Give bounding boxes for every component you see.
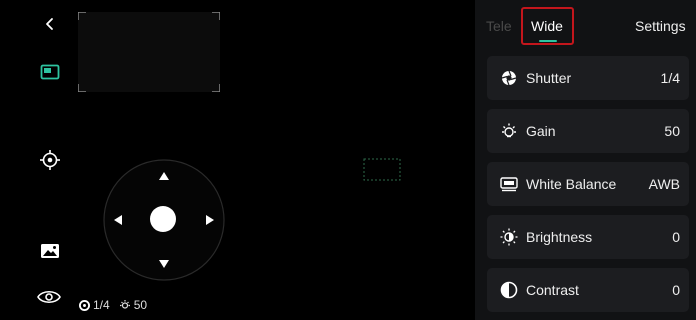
brightness-icon xyxy=(500,228,518,246)
contrast-value: 0 xyxy=(672,282,680,298)
brightness-label: Brightness xyxy=(526,229,593,245)
contrast-row[interactable]: Contrast 0 xyxy=(487,268,689,312)
gimbal-joystick[interactable] xyxy=(103,159,225,281)
active-tab-indicator xyxy=(539,40,557,42)
eye-icon[interactable] xyxy=(36,287,62,307)
white-balance-label: White Balance xyxy=(526,176,617,192)
thumbnail-frame-corners xyxy=(78,12,220,92)
tab-wide[interactable]: Wide xyxy=(531,18,563,34)
status-bar: 1/4 50 xyxy=(79,298,147,312)
contrast-label: Contrast xyxy=(526,282,579,298)
shutter-value: 1/4 xyxy=(660,70,680,86)
white-balance-row[interactable]: White Balance AWB xyxy=(487,162,689,206)
gain-icon xyxy=(119,300,130,309)
status-shutter-value: 1/4 xyxy=(93,298,110,312)
contrast-icon xyxy=(500,281,518,299)
shutter-label: Shutter xyxy=(526,70,572,86)
brightness-value: 0 xyxy=(672,229,680,245)
tab-tele[interactable]: Tele xyxy=(486,18,512,34)
white-balance-icon xyxy=(500,177,518,192)
picture-in-picture-icon[interactable] xyxy=(40,64,60,80)
brightness-row[interactable]: Brightness 0 xyxy=(487,215,689,259)
gain-icon xyxy=(502,123,516,138)
gain-value: 50 xyxy=(664,123,680,139)
gallery-icon[interactable] xyxy=(40,243,60,259)
gain-label: Gain xyxy=(526,123,556,139)
shutter-icon xyxy=(79,299,90,311)
gain-row[interactable]: Gain 50 xyxy=(487,109,689,153)
shutter-icon xyxy=(501,70,517,86)
camera-thumbnail[interactable] xyxy=(78,12,220,92)
focus-indicator xyxy=(363,158,401,181)
white-balance-value: AWB xyxy=(648,176,680,192)
target-icon[interactable] xyxy=(38,148,62,172)
joystick-knob xyxy=(150,206,176,232)
status-gain-value: 50 xyxy=(133,298,148,312)
tab-settings[interactable]: Settings xyxy=(635,18,686,34)
shutter-row[interactable]: Shutter 1/4 xyxy=(487,56,689,100)
back-icon[interactable] xyxy=(38,12,62,36)
